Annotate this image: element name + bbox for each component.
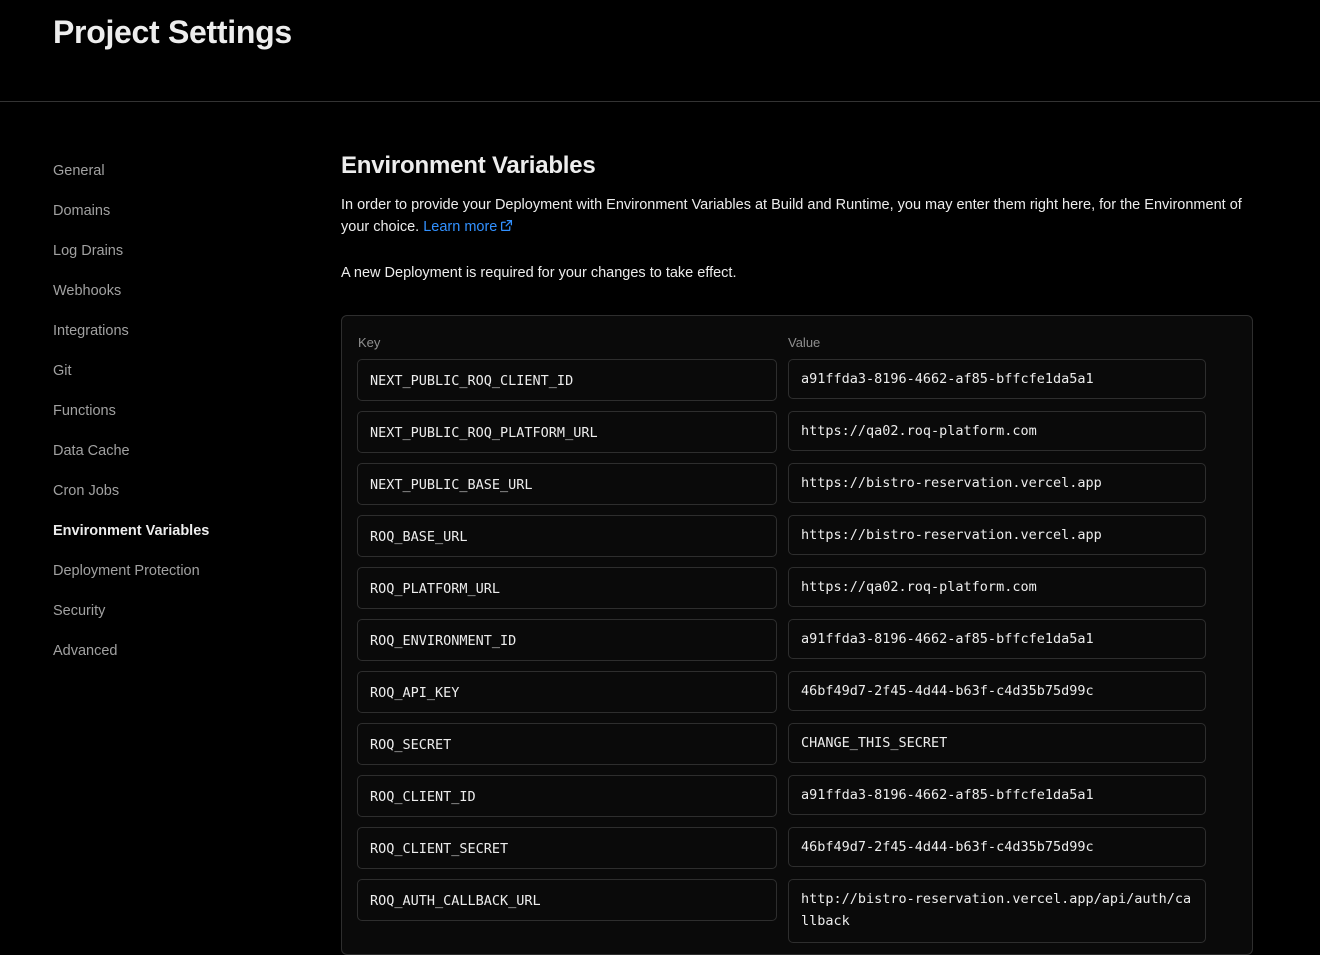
env-value-input[interactable]: https://qa02.roq-platform.com [788, 411, 1206, 451]
sidebar-item-log-drains[interactable]: Log Drains [53, 240, 293, 280]
section-title: Environment Variables [341, 152, 596, 179]
env-key-input[interactable]: NEXT_PUBLIC_ROQ_CLIENT_ID [357, 359, 777, 401]
sidebar-item-git[interactable]: Git [53, 360, 293, 400]
env-value-input[interactable]: a91ffda3-8196-4662-af85-bffcfe1da5a1 [788, 775, 1206, 815]
env-value-input[interactable]: a91ffda3-8196-4662-af85-bffcfe1da5a1 [788, 359, 1206, 399]
env-vars-card: Key Value NEXT_PUBLIC_ROQ_CLIENT_ID a91f… [341, 315, 1253, 955]
value-column-label: Value [788, 335, 821, 350]
env-key-input[interactable]: ROQ_BASE_URL [357, 515, 777, 557]
sidebar-item-deployment-protection[interactable]: Deployment Protection [53, 560, 293, 600]
key-column-label: Key [358, 335, 381, 350]
env-value-input[interactable]: CHANGE_THIS_SECRET [788, 723, 1206, 763]
env-key-input[interactable]: ROQ_AUTH_CALLBACK_URL [357, 879, 777, 921]
env-key-input[interactable]: ROQ_ENVIRONMENT_ID [357, 619, 777, 661]
env-key-input[interactable]: ROQ_CLIENT_SECRET [357, 827, 777, 869]
sidebar-item-webhooks[interactable]: Webhooks [53, 280, 293, 320]
env-key-input[interactable]: NEXT_PUBLIC_ROQ_PLATFORM_URL [357, 411, 777, 453]
env-value-input[interactable]: 46bf49d7-2f45-4d44-b63f-c4d35b75d99c [788, 671, 1206, 711]
sidebar-item-integrations[interactable]: Integrations [53, 320, 293, 360]
env-value-input[interactable]: a91ffda3-8196-4662-af85-bffcfe1da5a1 [788, 619, 1206, 659]
env-value-input[interactable]: http://bistro-reservation.vercel.app/api… [788, 879, 1206, 943]
settings-sidebar: General Domains Log Drains Webhooks Inte… [53, 160, 293, 680]
sidebar-item-data-cache[interactable]: Data Cache [53, 440, 293, 480]
env-value-input[interactable]: https://bistro-reservation.vercel.app [788, 515, 1206, 555]
sidebar-item-advanced[interactable]: Advanced [53, 640, 293, 680]
sidebar-item-general[interactable]: General [53, 160, 293, 200]
page-header: Project Settings [0, 0, 1320, 102]
learn-more-label: Learn more [423, 219, 498, 235]
page-title: Project Settings [53, 14, 292, 50]
env-key-input[interactable]: ROQ_PLATFORM_URL [357, 567, 777, 609]
sidebar-item-environment-variables[interactable]: Environment Variables [53, 520, 293, 560]
sidebar-item-functions[interactable]: Functions [53, 400, 293, 440]
env-key-input[interactable]: ROQ_API_KEY [357, 671, 777, 713]
env-value-input[interactable]: 46bf49d7-2f45-4d44-b63f-c4d35b75d99c [788, 827, 1206, 867]
learn-more-link[interactable]: Learn more [423, 219, 513, 235]
external-link-icon [500, 217, 513, 239]
redeploy-notice: A new Deployment is required for your ch… [341, 265, 737, 281]
env-key-input[interactable]: NEXT_PUBLIC_BASE_URL [357, 463, 777, 505]
env-value-input[interactable]: https://bistro-reservation.vercel.app [788, 463, 1206, 503]
sidebar-item-security[interactable]: Security [53, 600, 293, 640]
env-key-input[interactable]: ROQ_CLIENT_ID [357, 775, 777, 817]
env-vars-section: Environment Variables In order to provid… [341, 152, 1253, 284]
section-description: In order to provide your Deployment with… [341, 194, 1253, 239]
sidebar-item-domains[interactable]: Domains [53, 200, 293, 240]
sidebar-item-cron-jobs[interactable]: Cron Jobs [53, 480, 293, 520]
env-key-input[interactable]: ROQ_SECRET [357, 723, 777, 765]
env-value-input[interactable]: https://qa02.roq-platform.com [788, 567, 1206, 607]
